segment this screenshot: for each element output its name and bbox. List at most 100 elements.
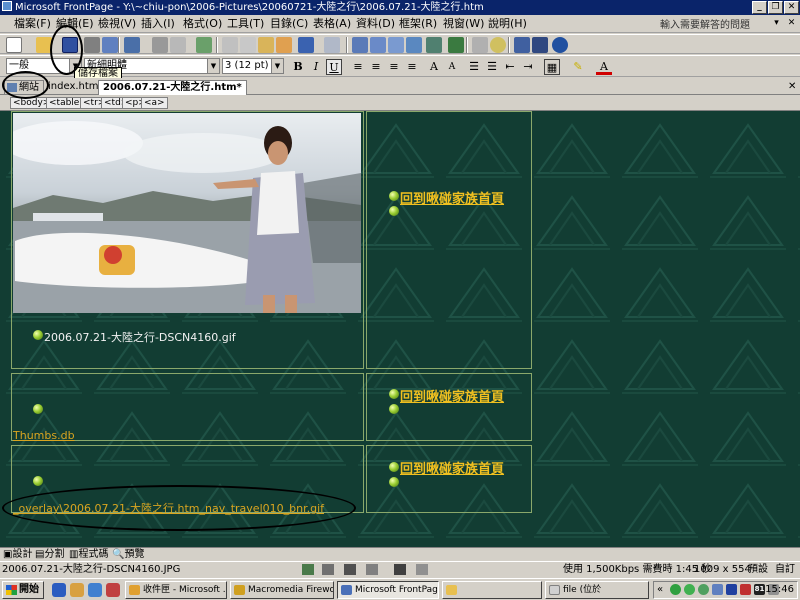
size-dropdown[interactable]: 3 (12 pt) ▼ (222, 58, 284, 74)
menu-help[interactable]: 說明(H) (488, 17, 527, 31)
new-page-icon[interactable] (6, 37, 22, 53)
view-design-tab[interactable]: ▣設計 (3, 548, 32, 562)
style-dropdown[interactable]: 一般 ▼ (6, 58, 82, 74)
media-icon[interactable] (106, 583, 120, 597)
home-link[interactable]: 回到啾碰家族首頁 (400, 386, 504, 405)
menu-contents[interactable]: 目錄(C) (270, 17, 308, 31)
menu-window[interactable]: 視窗(W) (443, 17, 484, 31)
redo-icon[interactable] (324, 37, 340, 53)
paste-icon[interactable] (258, 37, 274, 53)
tag-a[interactable]: <a> (141, 97, 168, 109)
print-icon[interactable] (152, 37, 168, 53)
tab-website[interactable]: 網站 (4, 80, 44, 95)
overlay-link[interactable]: _overlay\2006.07.21-大陸之行.htm_nav_travel0… (13, 500, 324, 516)
align-center-icon[interactable]: ≡ (368, 59, 384, 75)
home-link[interactable]: 回到啾碰家族首頁 (400, 188, 504, 207)
tray-expand-icon[interactable]: « (657, 584, 668, 595)
tray-app-icon[interactable] (740, 584, 751, 595)
refresh-icon[interactable] (472, 37, 488, 53)
menu-view[interactable]: 檢視(V) (98, 17, 136, 31)
trip-photo[interactable] (13, 113, 361, 313)
close-tab-icon[interactable]: ✕ (784, 80, 800, 95)
task-folder[interactable] (442, 581, 542, 599)
copy-icon[interactable] (240, 37, 256, 53)
outlook-icon (129, 585, 140, 595)
hyperlink-icon[interactable] (448, 37, 464, 53)
home-link[interactable]: 回到啾碰家族首頁 (400, 458, 504, 477)
status-download-time: 使用 1,500Kbps 需費時 1:45 秒 (563, 564, 712, 575)
tray-app-icon[interactable] (712, 584, 723, 595)
clock[interactable]: 15:46 (765, 582, 794, 598)
menu-table[interactable]: 表格(A) (313, 17, 351, 31)
highlight-icon[interactable]: ✎ (570, 59, 586, 75)
start-button[interactable]: 開始 (2, 581, 44, 599)
font-color-icon[interactable]: A (596, 59, 612, 75)
menu-format[interactable]: 格式(O) (183, 17, 222, 31)
italic-button[interactable]: I (308, 59, 324, 75)
ie-icon[interactable] (52, 583, 66, 597)
show-all-icon[interactable] (514, 37, 530, 53)
increase-indent-icon[interactable]: ⇥ (520, 59, 536, 75)
design-canvas[interactable]: 2006.07.21-大陸之行-DSCN4160.gif 回到啾碰家族首頁 回到… (0, 111, 800, 547)
numbered-list-icon[interactable]: ☰ (466, 59, 482, 75)
view-preview-tab[interactable]: 🔍預覽 (112, 548, 144, 562)
insert-table-icon[interactable] (370, 37, 386, 53)
print-preview-icon[interactable] (170, 37, 186, 53)
borders-icon[interactable]: ▦ (544, 59, 560, 75)
task-fireworks[interactable]: Macromedia Firewo... (230, 581, 334, 599)
justify-icon[interactable]: ≡ (404, 59, 420, 75)
bullet-list-icon[interactable]: ☰ (484, 59, 500, 75)
tray-app-icon[interactable] (684, 584, 695, 595)
minimize-button[interactable]: _ (752, 1, 767, 14)
task-file[interactable]: file (位於 (545, 581, 649, 599)
ask-question-box[interactable]: 輸入需要解答的問題 (660, 16, 750, 31)
shrink-font-icon[interactable]: A (444, 59, 460, 75)
publish-icon[interactable] (84, 37, 100, 53)
save-icon[interactable] (62, 37, 78, 53)
drawing-icon[interactable] (426, 37, 442, 53)
open-folder-icon[interactable] (36, 37, 52, 53)
menu-data[interactable]: 資料(D) (356, 17, 395, 31)
tray-app-icon[interactable] (698, 584, 709, 595)
help-icon[interactable] (552, 37, 568, 53)
tray-app-icon[interactable] (726, 584, 737, 595)
stop-icon[interactable] (490, 37, 506, 53)
insert-picture-icon[interactable] (406, 37, 422, 53)
menu-insert[interactable]: 插入(I) (141, 17, 175, 31)
desktop-icon[interactable] (88, 583, 102, 597)
menu-edit[interactable]: 編輯(E) (56, 17, 94, 31)
menu-file[interactable]: 檔案(F) (14, 17, 51, 31)
insert-layer-icon[interactable] (352, 37, 368, 53)
doc-close-button[interactable]: ✕ (785, 17, 798, 29)
anchor-icon[interactable] (532, 37, 548, 53)
doc-dropdown-button[interactable]: ▾ (770, 17, 783, 29)
close-button[interactable]: ✕ (784, 1, 799, 14)
bold-button[interactable]: B (290, 59, 306, 75)
menu-frames[interactable]: 框架(R) (399, 17, 437, 31)
web-component-icon[interactable] (102, 37, 118, 53)
toolbox-icon[interactable] (124, 37, 140, 53)
cut-icon[interactable] (222, 37, 238, 53)
thumbs-link[interactable]: Thumbs.db (13, 429, 75, 442)
outlook-icon[interactable] (70, 583, 84, 597)
undo-icon[interactable] (298, 37, 314, 53)
tray-app-icon[interactable] (670, 584, 681, 595)
insert-frame-icon[interactable] (388, 37, 404, 53)
grow-font-icon[interactable]: A (426, 59, 442, 75)
spelling-icon[interactable] (196, 37, 212, 53)
underline-button[interactable]: U (326, 59, 342, 75)
restore-button[interactable]: ❐ (768, 1, 783, 14)
tray-badge-icon[interactable]: 81 (754, 584, 765, 595)
align-right-icon[interactable]: ≡ (386, 59, 402, 75)
table-cell-link[interactable] (366, 111, 532, 369)
view-split-tab[interactable]: ▤分割 (35, 548, 64, 562)
menu-tools[interactable]: 工具(T) (227, 17, 264, 31)
align-left-icon[interactable]: ≡ (350, 59, 366, 75)
task-frontpage[interactable]: Microsoft FrontPage... (337, 581, 439, 599)
decrease-indent-icon[interactable]: ⇤ (502, 59, 518, 75)
format-painter-icon[interactable] (276, 37, 292, 53)
tab-index[interactable]: index.html (44, 80, 105, 95)
task-inbox[interactable]: 收件匣 - Microsoft ... (125, 581, 227, 599)
view-code-tab[interactable]: ▥程式碼 (69, 548, 108, 562)
tab-current-page[interactable]: 2006.07.21-大陸之行.htm* (98, 80, 247, 95)
